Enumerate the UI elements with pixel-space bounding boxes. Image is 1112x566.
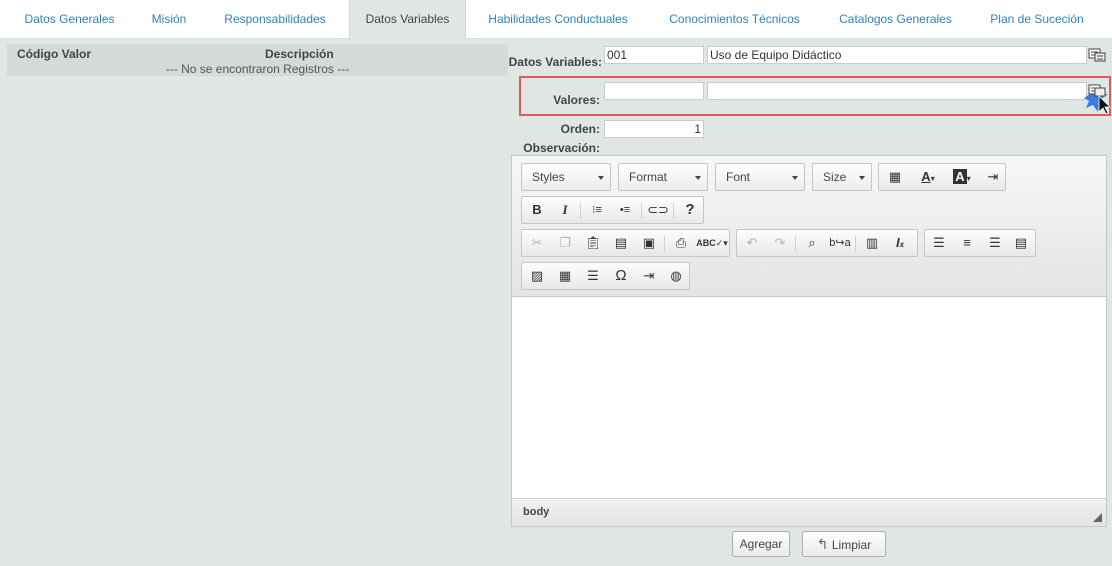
special-char-icon[interactable]: Ω [607, 263, 635, 289]
clear-button-label: Limpiar [831, 538, 872, 552]
redo-icon[interactable]: ↷ [766, 230, 794, 256]
cut-icon[interactable]: ✂ [523, 230, 551, 256]
valores-code-field[interactable] [604, 82, 704, 100]
bold-icon[interactable]: B [523, 197, 551, 223]
styles-dropdown-label: Styles [532, 170, 565, 184]
help-icon[interactable]: ? [676, 197, 704, 223]
paste-text-icon[interactable]: ▤ [607, 230, 635, 256]
datos-variables-code-field[interactable] [604, 46, 704, 64]
orden-label: Orden: [560, 122, 600, 136]
chevron-down-icon [598, 176, 604, 180]
orden-field[interactable] [604, 120, 704, 138]
italic-icon[interactable]: I [551, 197, 579, 223]
image-icon[interactable]: ▨ [523, 263, 551, 289]
datos-variables-label: Datos Variables: [508, 55, 602, 69]
replace-icon[interactable]: b↪a [826, 230, 854, 256]
clear-button[interactable]: ↰ Limpiar [802, 531, 886, 557]
format-dropdown-label: Format [629, 170, 668, 184]
chevron-down-icon [695, 176, 701, 180]
lookup-icon[interactable] [1088, 48, 1106, 62]
horizontal-line-icon[interactable]: ☰ [579, 263, 607, 289]
tab-catalogos-generales[interactable]: Catalogos Generales [827, 0, 964, 39]
align-right-icon[interactable]: ☰ [981, 230, 1009, 256]
font-dropdown[interactable]: Font [715, 163, 805, 191]
copy-icon[interactable]: ❐ [551, 230, 579, 256]
tab-datos-generales[interactable]: Datos Generales [13, 0, 126, 39]
toolbar-group-basic: B I ⁝≡ •≡ ⊂⊃ ? [521, 196, 704, 224]
indent-icon[interactable]: ⇥ [979, 164, 1007, 190]
toolbar-group-table-colors: ▦ A▾ A ▾ ⇥ [878, 163, 1006, 191]
toolbar-group-edit: ↶ ↷ ⌕ b↪a ▥ Ix [736, 229, 918, 257]
link-icon[interactable]: ⊂⊃ [644, 197, 672, 223]
tab-datos-variables[interactable]: Datos Variables [349, 0, 466, 40]
chevron-down-icon [792, 176, 798, 180]
undo-icon[interactable]: ↶ [738, 230, 766, 256]
search-icon[interactable]: ⌕ [798, 230, 826, 256]
tab-conocimientos-tecnicos[interactable]: Conocimientos Técnicos [655, 0, 814, 39]
select-all-icon[interactable]: ▥ [858, 230, 886, 256]
element-path[interactable]: body [523, 506, 549, 518]
paste-icon[interactable]: 📋︎ [579, 230, 607, 256]
tab-habilidades-conductuales[interactable]: Habilidades Conductuales [476, 0, 640, 39]
justify-icon[interactable]: ▤ [1007, 230, 1035, 256]
numbered-list-icon[interactable]: ⁝≡ [583, 197, 611, 223]
size-dropdown-label: Size [823, 170, 847, 184]
spellcheck-icon[interactable]: ABC✓▾ [695, 230, 729, 256]
undo-arrow-icon: ↰ [816, 536, 829, 552]
editor-toolbar: Styles Format Font Size ▦ A▾ A ▾ ⇥ B I ⁝≡… [512, 156, 1106, 297]
align-center-icon[interactable]: ≡ [953, 230, 981, 256]
empty-table-message: --- No se encontraron Registros --- [165, 62, 350, 76]
table-icon[interactable]: ▦ [881, 164, 909, 190]
valores-label: Valores: [553, 93, 600, 107]
observacion-label: Observación: [523, 141, 600, 155]
tab-bar: Datos Generales Misión Responsabilidades… [0, 0, 1112, 40]
text-color-icon[interactable]: A▾ [911, 164, 945, 190]
add-button[interactable]: Agregar [732, 531, 790, 557]
tab-plan-de-sucesion[interactable]: Plan de Suceción [979, 0, 1095, 39]
size-dropdown[interactable]: Size [812, 163, 872, 191]
background-color-icon[interactable]: A ▾ [945, 164, 979, 190]
rich-text-editor: Styles Format Font Size ▦ A▾ A ▾ ⇥ B I ⁝≡… [511, 155, 1107, 527]
bulleted-list-icon[interactable]: •≡ [611, 197, 639, 223]
editor-status-bar: body [512, 498, 1106, 526]
font-dropdown-label: Font [726, 170, 751, 184]
tab-responsabilidades[interactable]: Responsabilidades [210, 0, 340, 39]
tab-mision[interactable]: Misión [140, 0, 198, 39]
toolbar-group-clipboard: ✂ ❐ 📋︎ ▤ ▣ ⎙ ABC✓▾ [521, 229, 730, 257]
column-header-descripcion[interactable]: Descripción [265, 47, 334, 61]
resize-handle-icon[interactable] [1093, 513, 1102, 522]
page-break-icon[interactable]: ⇥ [635, 263, 663, 289]
toolbar-group-insert: ▨ ▦ ☰ Ω ⇥ ◍ [521, 262, 690, 290]
column-header-codigo[interactable]: Código Valor [17, 47, 91, 61]
datos-variables-description-field[interactable] [707, 46, 1087, 64]
valores-description-field[interactable] [707, 82, 1087, 100]
styles-dropdown[interactable]: Styles [521, 163, 611, 191]
remove-format-icon[interactable]: Ix [886, 230, 914, 256]
toolbar-group-align: ☰ ≡ ☰ ▤ [924, 229, 1036, 257]
format-dropdown[interactable]: Format [618, 163, 708, 191]
globe-icon[interactable]: ◍ [662, 263, 690, 289]
chevron-down-icon [859, 176, 865, 180]
insert-table-icon[interactable]: ▦ [551, 263, 579, 289]
values-table: Código Valor Descripción --- No se encon… [7, 44, 508, 76]
align-left-icon[interactable]: ☰ [925, 230, 953, 256]
editor-content-area[interactable] [512, 297, 1106, 498]
print-icon[interactable]: ⎙ [667, 230, 695, 256]
valores-lookup-icon[interactable] [1080, 82, 1112, 116]
add-button-label: Agregar [739, 537, 783, 551]
paste-word-icon[interactable]: ▣ [635, 230, 663, 256]
